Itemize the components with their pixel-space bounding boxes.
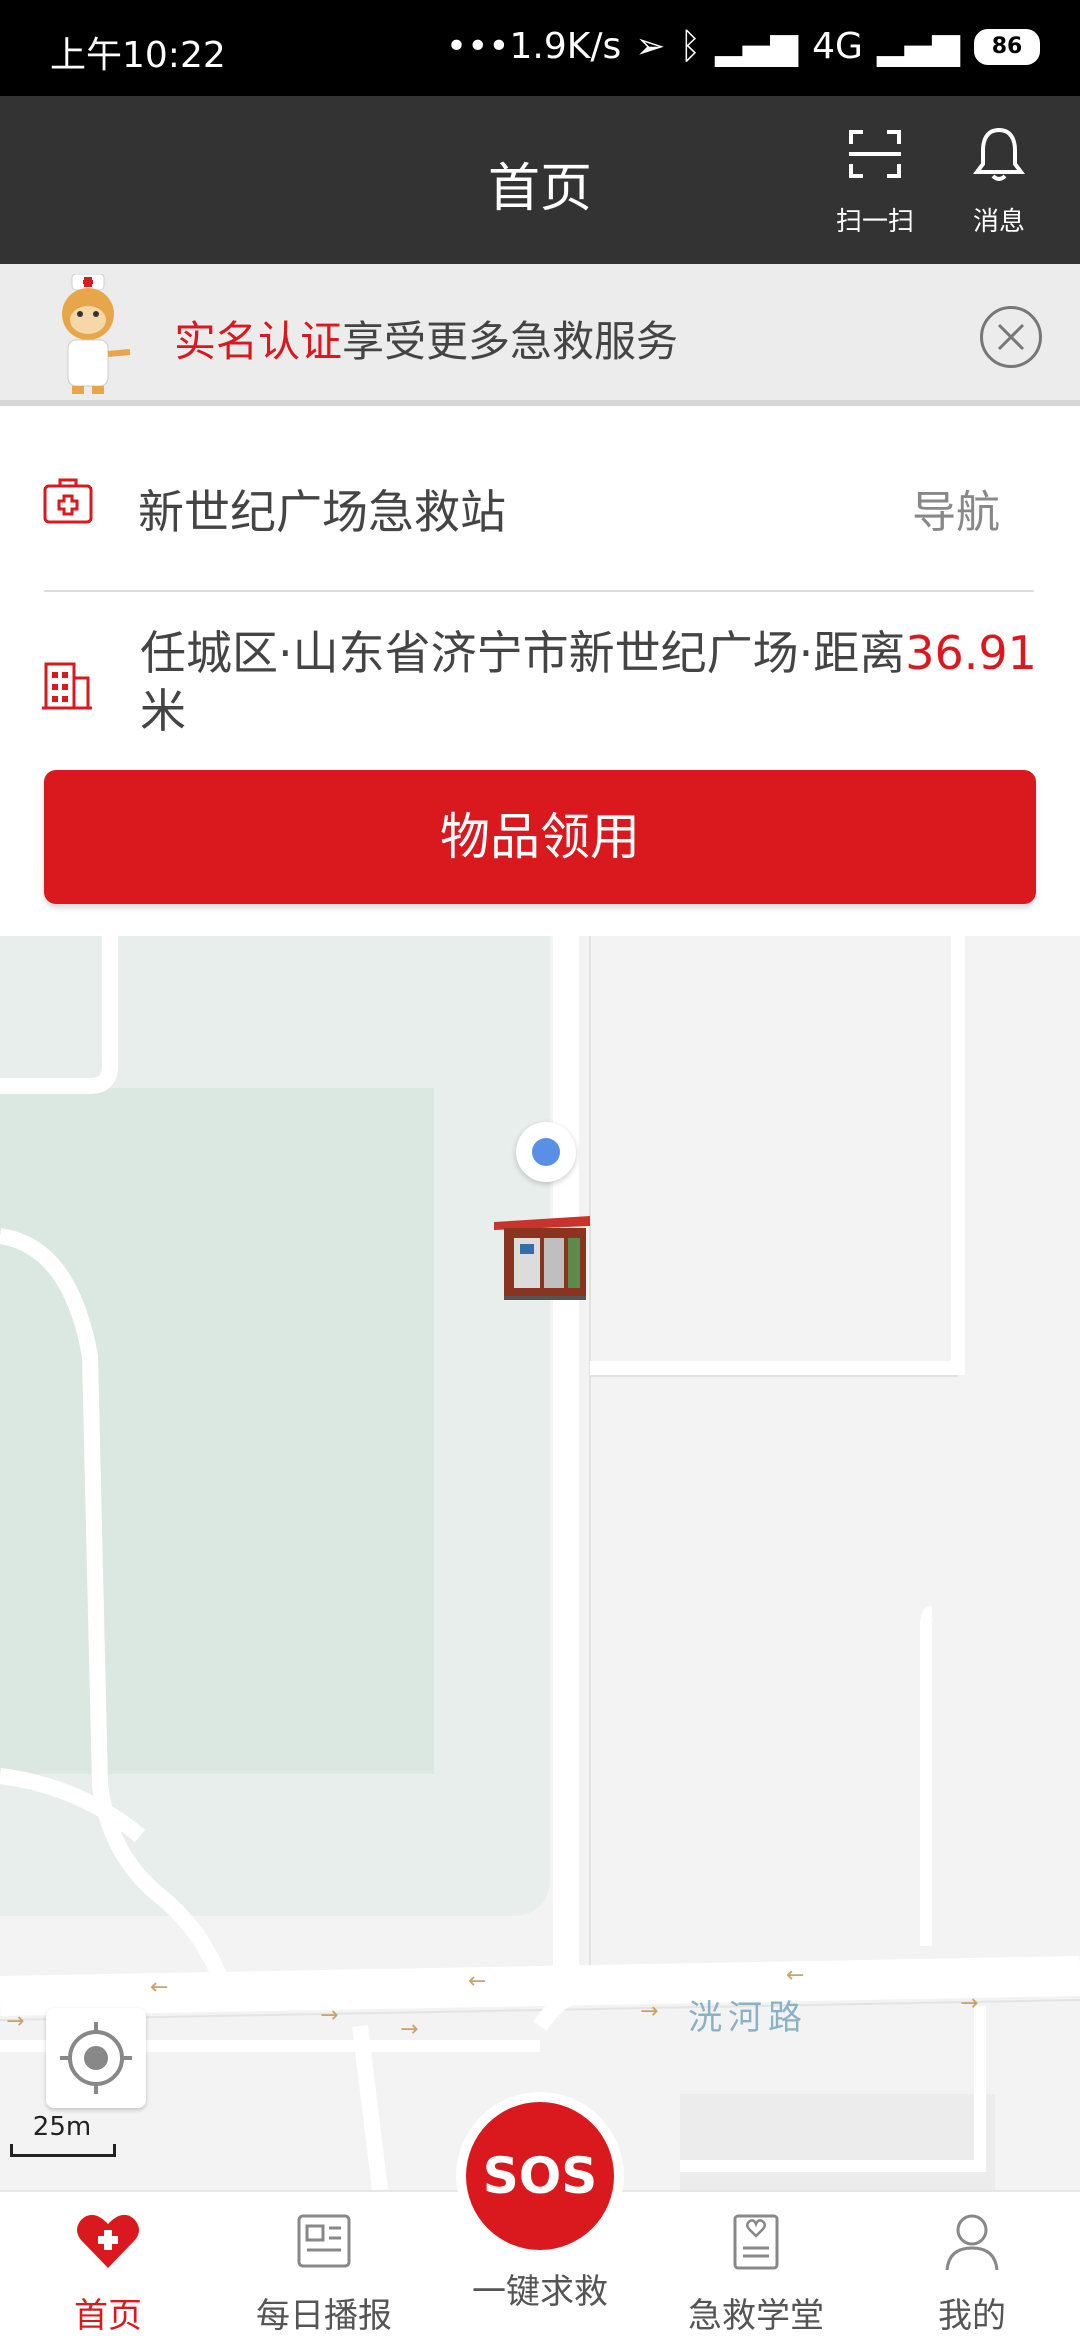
svg-text:←: ← bbox=[468, 1969, 486, 1994]
news-icon bbox=[297, 2214, 351, 2268]
status-icons: •••1.9K/s ➢ ᛒ ▂▄▆ 4G ▂▄▆ 86 bbox=[446, 26, 1040, 67]
tab-home-label: 首页 bbox=[74, 2296, 142, 2336]
svg-text:←: ← bbox=[150, 1975, 168, 2000]
svg-text:→: → bbox=[400, 2017, 418, 2042]
tab-daily-news[interactable]: 每日播报 bbox=[234, 2206, 414, 2337]
first-aid-kit-icon bbox=[43, 478, 93, 524]
status-bar: 上午10:22 •••1.9K/s ➢ ᛒ ▂▄▆ 4G ▂▄▆ 86 bbox=[0, 0, 1080, 96]
banner-highlight: 实名认证 bbox=[174, 317, 343, 366]
station-card: 新世纪广场急救站 导航 任城区·山东省济宁市新世纪广场·距离36.91 米 物品领… bbox=[0, 406, 1080, 936]
tab-home[interactable]: 首页 bbox=[18, 2206, 198, 2337]
distance-value: 36.91 bbox=[905, 626, 1037, 680]
tab-mine-label: 我的 bbox=[938, 2296, 1006, 2336]
aid-station-marker-icon[interactable] bbox=[490, 1208, 596, 1304]
user-icon bbox=[945, 2214, 999, 2271]
bluetooth-icon: ᛒ bbox=[679, 26, 702, 67]
svg-text:→: → bbox=[320, 2003, 338, 2028]
close-icon bbox=[997, 323, 1025, 351]
tab-sos-label: 一键求救 bbox=[472, 2272, 608, 2312]
station-address: 任城区·山东省济宁市新世纪广场·距离36.91 米 bbox=[140, 624, 1060, 740]
tab-mine[interactable]: 我的 bbox=[882, 2206, 1062, 2337]
address-text: 任城区·山东省济宁市新世纪广场·距离 bbox=[140, 626, 906, 680]
battery-icon: 86 bbox=[974, 28, 1040, 65]
network-type: 4G bbox=[812, 26, 863, 67]
map-scale: 25m bbox=[10, 2112, 116, 2157]
locate-me-button[interactable] bbox=[46, 2008, 146, 2108]
crosshair-icon bbox=[60, 2022, 132, 2094]
distance-unit: 米 bbox=[140, 684, 186, 738]
banner-message: 享受更多急救服务 bbox=[342, 317, 679, 366]
claim-items-button[interactable]: 物品领用 bbox=[44, 770, 1036, 904]
tab-first-aid-school-label: 急救学堂 bbox=[688, 2296, 824, 2336]
scan-button[interactable]: 扫一扫 bbox=[820, 124, 930, 238]
message-label: 消息 bbox=[972, 207, 1025, 237]
book-icon bbox=[733, 2214, 779, 2270]
tab-first-aid-school[interactable]: 急救学堂 bbox=[666, 2206, 846, 2337]
message-button[interactable]: 消息 bbox=[944, 124, 1054, 238]
svg-text:→: → bbox=[6, 2009, 24, 2034]
sos-text: SOS bbox=[466, 2102, 614, 2250]
verify-banner[interactable]: 实名认证享受更多急救服务 bbox=[0, 264, 1080, 406]
building-icon bbox=[42, 662, 92, 710]
signal-icon-2: ▂▄▆ bbox=[876, 26, 960, 67]
station-row[interactable]: 新世纪广场急救站 导航 bbox=[0, 450, 1080, 550]
send-icon: ➢ bbox=[635, 26, 666, 67]
status-time: 上午10:22 bbox=[50, 35, 226, 76]
scale-bar bbox=[10, 2144, 116, 2157]
top-header: 首页 扫一扫 消息 bbox=[0, 96, 1080, 264]
bell-icon bbox=[973, 127, 1025, 181]
banner-text: 实名认证享受更多急救服务 bbox=[174, 308, 678, 369]
scan-icon bbox=[849, 130, 901, 178]
close-banner-button[interactable] bbox=[980, 306, 1042, 368]
net-speed: •••1.9K/s bbox=[445, 26, 622, 67]
navigate-button[interactable]: 导航 bbox=[912, 476, 1000, 540]
sos-button[interactable]: SOS bbox=[456, 2092, 624, 2260]
svg-text:→: → bbox=[960, 1991, 978, 2016]
scan-label: 扫一扫 bbox=[835, 207, 914, 237]
heart-icon bbox=[77, 2214, 139, 2268]
current-location-dot bbox=[516, 1122, 576, 1182]
tab-daily-news-label: 每日播报 bbox=[256, 2296, 392, 2336]
divider bbox=[44, 590, 1034, 592]
nurse-mascot-icon bbox=[62, 274, 131, 394]
scale-label: 25m bbox=[32, 2112, 92, 2142]
svg-text:←: ← bbox=[786, 1963, 804, 1988]
road-name-label: 洸河路 bbox=[688, 1998, 808, 2038]
station-name: 新世纪广场急救站 bbox=[138, 485, 506, 539]
svg-text:→: → bbox=[640, 1999, 658, 2024]
signal-icon: ▂▄▆ bbox=[715, 26, 799, 67]
